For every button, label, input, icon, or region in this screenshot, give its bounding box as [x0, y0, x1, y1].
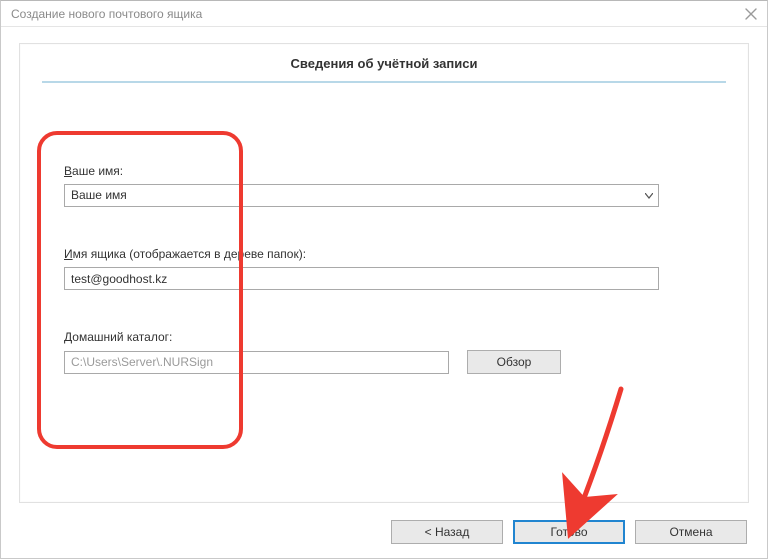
back-button[interactable]: < Назад	[391, 520, 503, 544]
window-title: Создание нового почтового ящика	[11, 7, 743, 21]
cancel-button[interactable]: Отмена	[635, 520, 747, 544]
browse-button[interactable]: Обзор	[467, 350, 561, 374]
wizard-panel: Сведения об учётной записи Ваше имя: Ваш…	[19, 43, 749, 503]
name-group: Ваше имя: Ваше имя	[64, 164, 668, 207]
wizard-buttons: < Назад Готово Отмена	[391, 520, 747, 544]
client-area: Сведения об учётной записи Ваше имя: Ваш…	[1, 27, 767, 558]
home-label: Домашний каталог:	[64, 330, 668, 344]
close-icon[interactable]	[743, 6, 759, 22]
wizard-window: Создание нового почтового ящика Сведения…	[0, 0, 768, 559]
name-select-value: Ваше имя	[65, 185, 640, 206]
mailbox-group: Имя ящика (отображается в дереве папок):	[64, 247, 668, 290]
finish-button[interactable]: Готово	[513, 520, 625, 544]
panel-heading: Сведения об учётной записи	[20, 56, 748, 71]
chevron-down-icon	[640, 185, 658, 206]
heading-underline	[42, 81, 726, 83]
home-input[interactable]	[64, 351, 449, 374]
titlebar: Создание нового почтового ящика	[1, 1, 767, 27]
mailbox-input[interactable]	[64, 267, 659, 290]
name-label: Ваше имя:	[64, 164, 668, 178]
mailbox-label: Имя ящика (отображается в дереве папок):	[64, 247, 668, 261]
name-select[interactable]: Ваше имя	[64, 184, 659, 207]
home-group: Домашний каталог: Обзор	[64, 330, 668, 374]
form-area: Ваше имя: Ваше имя Имя ящика (отображает…	[64, 164, 668, 374]
